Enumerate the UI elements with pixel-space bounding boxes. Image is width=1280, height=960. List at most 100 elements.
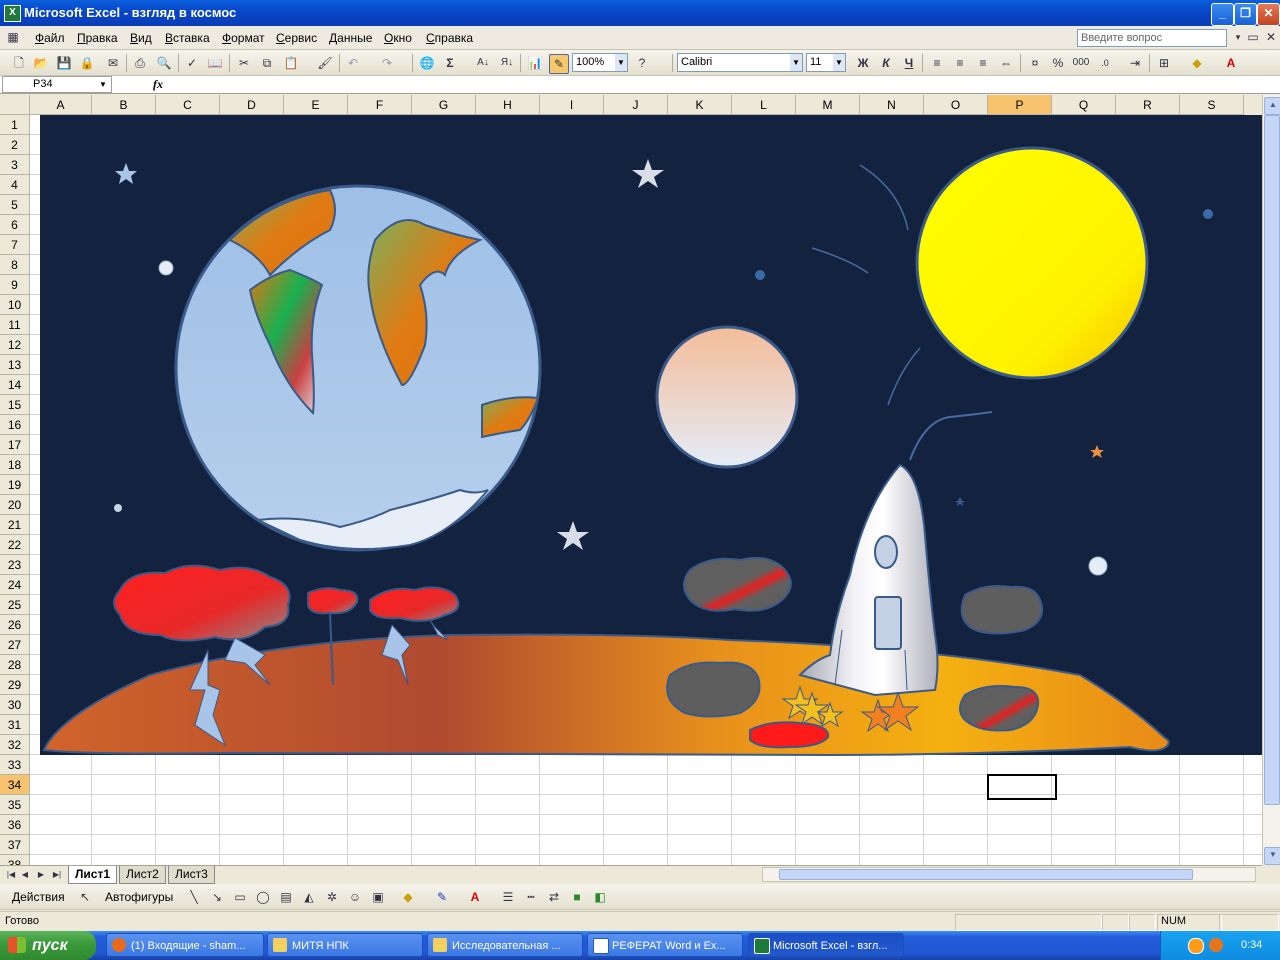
row-header[interactable]: 32 <box>0 735 30 755</box>
small-planet[interactable] <box>158 260 174 276</box>
row-header[interactable]: 33 <box>0 755 30 775</box>
row-header[interactable]: 14 <box>0 375 30 395</box>
row-header[interactable]: 8 <box>0 255 30 275</box>
sun[interactable] <box>915 146 1149 380</box>
taskbar-item-folder-research[interactable]: Исследовательная ... <box>427 933 583 957</box>
row-header[interactable]: 16 <box>0 415 30 435</box>
dash-style-icon[interactable]: ┅ <box>522 888 540 906</box>
line-style-icon[interactable]: ☰ <box>499 888 517 906</box>
column-header[interactable]: M <box>796 95 860 115</box>
row-header[interactable]: 6 <box>0 215 30 235</box>
menu-help[interactable]: Справка <box>426 31 473 45</box>
menu-insert[interactable]: Вставка <box>165 31 210 45</box>
space-picture[interactable] <box>30 115 1262 865</box>
column-header[interactable]: L <box>732 95 796 115</box>
align-right-icon[interactable]: ≡ <box>974 54 992 72</box>
column-header[interactable]: G <box>412 95 476 115</box>
open-icon[interactable]: 📂 <box>32 54 50 72</box>
format-painter-icon[interactable]: 🖌 <box>316 54 334 72</box>
menu-edit[interactable]: Правка <box>77 31 118 45</box>
menu-window[interactable]: Окно <box>384 31 412 45</box>
autoshapes-menu[interactable]: Автофигуры <box>105 890 173 904</box>
taskbar-item-word[interactable]: РЕФЕРАТ Word и Ex... <box>587 933 743 957</box>
grey-cloud[interactable] <box>959 685 1040 732</box>
menu-file[interactable]: Файл <box>35 31 65 45</box>
red-cloud[interactable] <box>749 721 830 749</box>
row-header[interactable]: 9 <box>0 275 30 295</box>
taskbar-item-folder[interactable]: МИТЯ НПК <box>267 933 423 957</box>
vertical-scrollbar[interactable]: ▲ ▼ <box>1262 95 1280 865</box>
font-select[interactable]: Calibri ▼ <box>677 53 803 72</box>
grey-cloud[interactable] <box>683 557 792 612</box>
scroll-up-icon[interactable]: ▲ <box>1264 97 1280 115</box>
row-header[interactable]: 23 <box>0 555 30 575</box>
row-header[interactable]: 28 <box>0 655 30 675</box>
row-header[interactable]: 18 <box>0 455 30 475</box>
column-header[interactable]: D <box>220 95 284 115</box>
small-planet[interactable] <box>1203 209 1213 219</box>
row-header[interactable]: 31 <box>0 715 30 735</box>
row-header[interactable]: 3 <box>0 155 30 175</box>
name-box[interactable]: P34 ▼ <box>2 76 112 93</box>
menu-tools[interactable]: Сервис <box>276 31 317 45</box>
percent-button[interactable]: % <box>1049 54 1067 72</box>
indent-icon[interactable]: ⇥ <box>1126 54 1144 72</box>
chart-wizard-icon[interactable]: 📊 <box>526 54 544 72</box>
font-color-icon[interactable]: A <box>1222 54 1240 72</box>
research-icon[interactable]: 📖 <box>206 54 224 72</box>
column-header[interactable]: C <box>156 95 220 115</box>
select-all-corner[interactable] <box>0 95 30 115</box>
small-planet[interactable] <box>1088 556 1108 576</box>
row-header[interactable]: 20 <box>0 495 30 515</box>
scroll-down-icon[interactable]: ▼ <box>1264 847 1280 865</box>
borders-icon[interactable]: ⊞ <box>1155 54 1173 72</box>
arrow-style-icon[interactable]: ⇄ <box>545 888 563 906</box>
doc-restore-icon[interactable]: ▭ <box>1244 28 1262 46</box>
clipart-icon[interactable]: ☺ <box>346 888 364 906</box>
row-header[interactable]: 15 <box>0 395 30 415</box>
row-header[interactable]: 36 <box>0 815 30 835</box>
line-icon[interactable]: ╲ <box>185 888 203 906</box>
zoom-select[interactable]: 100% ▼ <box>572 53 628 72</box>
font-size-select[interactable]: 11 ▼ <box>806 53 846 72</box>
column-header[interactable]: E <box>284 95 348 115</box>
row-header[interactable]: 25 <box>0 595 30 615</box>
row-header[interactable]: 2 <box>0 135 30 155</box>
column-header[interactable]: I <box>540 95 604 115</box>
picture-icon[interactable]: ▣ <box>369 888 387 906</box>
row-header[interactable]: 1 <box>0 115 30 135</box>
red-cloud[interactable] <box>307 587 359 615</box>
active-cell[interactable] <box>987 774 1057 800</box>
column-header[interactable]: F <box>348 95 412 115</box>
start-button[interactable]: пуск <box>0 931 96 960</box>
print-icon[interactable]: ⎙ <box>131 54 149 72</box>
row-header[interactable]: 26 <box>0 615 30 635</box>
taskbar-item-firefox[interactable]: (1) Входящие - sham... <box>106 933 264 957</box>
row-header[interactable]: 19 <box>0 475 30 495</box>
sort-ascending-icon[interactable]: A↓ <box>474 54 492 72</box>
row-header[interactable]: 37 <box>0 835 30 855</box>
row-header[interactable]: 24 <box>0 575 30 595</box>
taskbar-item-excel[interactable]: Microsoft Excel - взгл... <box>748 933 904 957</box>
row-header[interactable]: 38 <box>0 855 30 865</box>
horizontal-scrollbar[interactable] <box>762 867 1256 882</box>
increase-decimal-icon[interactable]: .0 <box>1096 54 1114 72</box>
wordart-icon[interactable]: ◭ <box>300 888 318 906</box>
underline-button[interactable]: Ч <box>900 54 918 72</box>
red-cloud[interactable] <box>113 564 291 642</box>
row-header[interactable]: 7 <box>0 235 30 255</box>
currency-icon[interactable]: ¤ <box>1026 54 1044 72</box>
minimize-button[interactable]: _ <box>1211 3 1234 26</box>
align-left-icon[interactable]: ≡ <box>928 54 946 72</box>
row-header[interactable]: 5 <box>0 195 30 215</box>
fx-button[interactable]: fx <box>153 77 169 93</box>
column-header[interactable]: J <box>604 95 668 115</box>
thousands-button[interactable]: 000 <box>1072 54 1090 72</box>
pink-planet[interactable] <box>655 325 799 469</box>
sheet-tab-1[interactable]: Лист1 <box>68 866 118 884</box>
worksheet-grid[interactable] <box>30 115 1262 865</box>
small-planet[interactable] <box>755 270 765 280</box>
column-header[interactable]: H <box>476 95 540 115</box>
column-header[interactable]: A <box>30 95 92 115</box>
select-objects-icon[interactable]: ↖ <box>76 888 94 906</box>
